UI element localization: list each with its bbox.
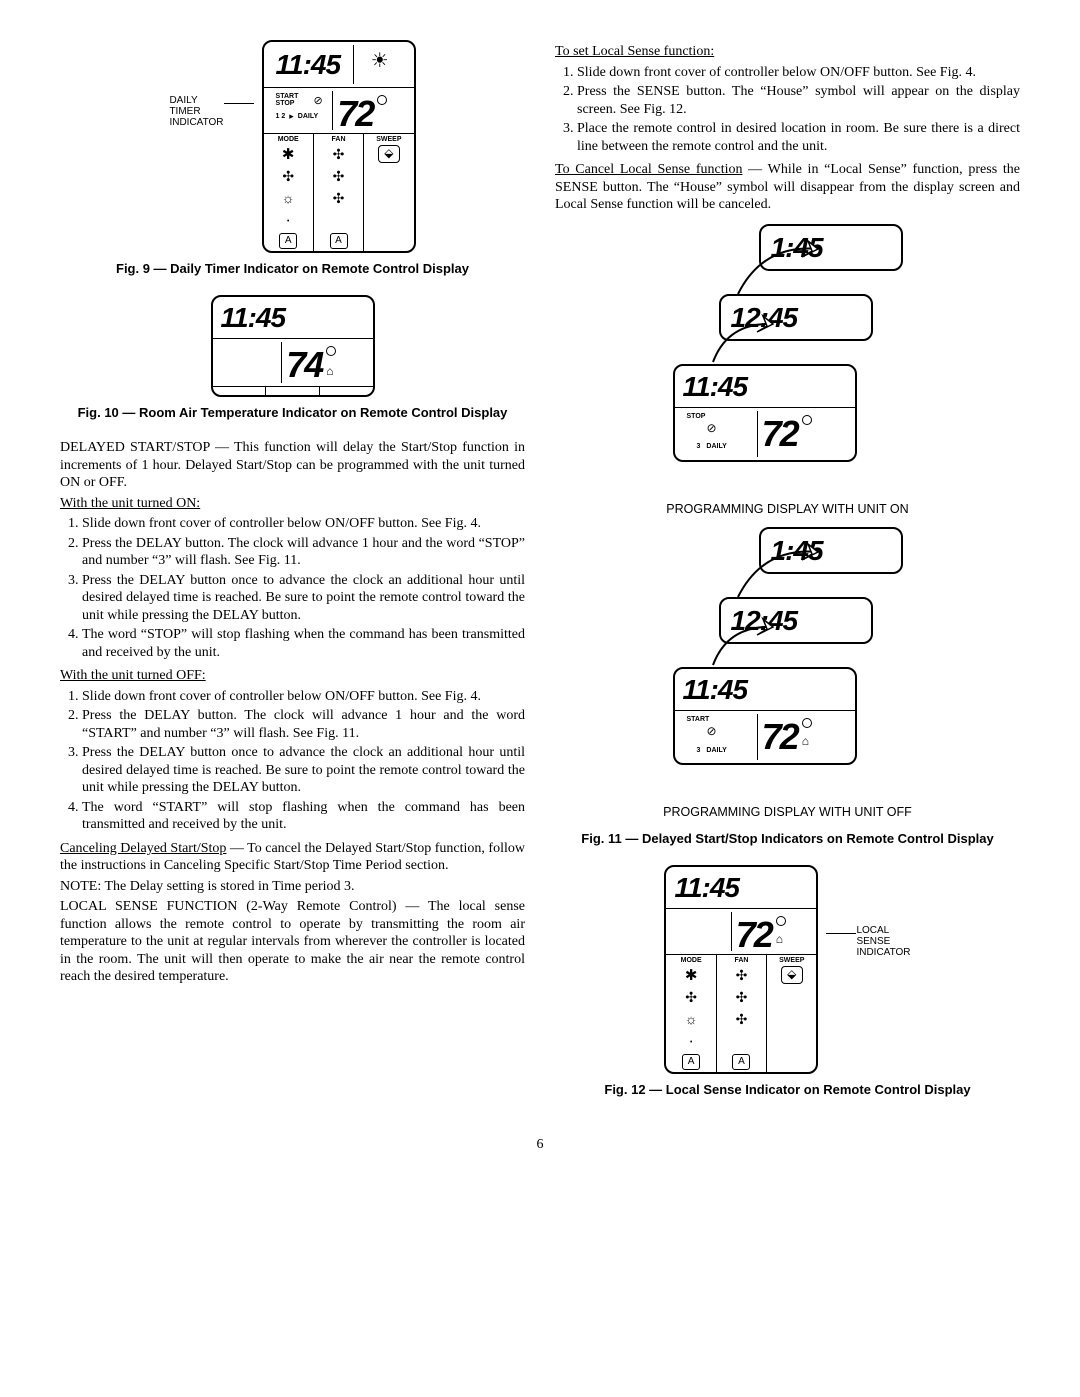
fig11a-daily: DAILY: [706, 443, 726, 450]
body-para: LOCAL SENSE FUNCTION (2-Way Remote Contr…: [60, 898, 525, 986]
figure-11-top: 1:45 12:45 11:45 STOP ⊘ 3 DAILY 72: [673, 224, 903, 484]
list-item: Slide down front cover of controller bel…: [82, 515, 525, 533]
list-item: The word “START” will stop flashing when…: [82, 799, 525, 834]
fig10-caption: Fig. 10 — Room Air Temperature Indicator…: [60, 405, 525, 421]
fig11-subcaption-off: PROGRAMMING DISPLAY WITH UNIT OFF: [555, 805, 1020, 821]
sweep-icon: ⬙: [378, 145, 400, 163]
body-para: Canceling Delayed Start/Stop — To cancel…: [60, 840, 525, 875]
list-on: Slide down front cover of controller bel…: [82, 515, 525, 661]
fig11b-time: 11:45: [683, 674, 748, 705]
fig9-daily-label: DAILY: [298, 113, 318, 120]
fig12-caption: Fig. 12 — Local Sense Indicator on Remot…: [555, 1082, 1020, 1098]
list-item: Press the DELAY button. The clock will a…: [82, 707, 525, 742]
fig9-caption: Fig. 9 — Daily Timer Indicator on Remote…: [60, 261, 525, 277]
house-icon: ⌂: [802, 734, 812, 749]
list-item: The word “STOP” will stop flashing when …: [82, 626, 525, 661]
list-item: Place the remote control in desired loca…: [577, 120, 1020, 155]
fig12-sweep-header: SWEEP: [779, 957, 804, 966]
heading-set-local-sense: To set Local Sense function:: [555, 43, 1020, 61]
heading-on: With the unit turned ON:: [60, 495, 525, 513]
snowflake-icon: ✱: [677, 966, 705, 988]
arrow-icon: [733, 537, 833, 607]
sun-icon: ☼: [677, 1010, 705, 1032]
auto-a-icon: A: [330, 233, 348, 249]
drop-icon: ᛫: [274, 211, 302, 233]
figure-9: DAILY TIMER INDICATOR 11:45 ☀ START STOP: [60, 40, 525, 253]
sweep-icon: ⬙: [781, 966, 803, 984]
clock-icon: ⊘: [314, 95, 323, 107]
arrow-icon: [733, 234, 833, 304]
fig9-mode-header: MODE: [278, 136, 299, 145]
arrow-icon: [708, 312, 788, 372]
clock-icon: ⊘: [707, 724, 717, 738]
snowflake-icon: ✱: [274, 145, 302, 167]
house-icon: ⌂: [776, 932, 786, 947]
fig9-fan-header: FAN: [332, 136, 346, 145]
sun-icon: ☼: [274, 189, 302, 211]
list-item: Press the DELAY button once to advance t…: [82, 572, 525, 625]
degree-icon: [776, 916, 786, 926]
fig11a-num: 3: [697, 443, 701, 450]
house-icon: ⌂: [326, 364, 336, 379]
list-set-local-sense: Slide down front cover of controller bel…: [577, 64, 1020, 156]
list-item: Slide down front cover of controller bel…: [82, 688, 525, 706]
fig11b-start-label: START: [687, 716, 753, 723]
fig9-temp: 72: [337, 91, 373, 136]
fig11b-temp: 72: [762, 714, 798, 759]
fig11b-num: 3: [697, 747, 701, 754]
fig9-time: 11:45: [276, 49, 341, 80]
clock-icon: ⊘: [707, 421, 717, 435]
page-number: 6: [60, 1136, 1020, 1154]
fig10-time: 11:45: [221, 302, 286, 333]
degree-icon: [326, 346, 336, 356]
body-para: To Cancel Local Sense function — While i…: [555, 161, 1020, 214]
drop-icon: ᛫: [677, 1032, 705, 1054]
figure-12: 11:45 72 ⌂ MODE ✱ ✣: [555, 865, 1020, 1074]
auto-a-icon: A: [279, 233, 297, 249]
fig11b-daily: DAILY: [706, 747, 726, 754]
figure-11-bottom: 1:45 12:45 11:45 START ⊘ 3 DAILY 72: [673, 527, 903, 787]
fig11a-temp: 72: [762, 411, 798, 456]
fig9-sweep-header: SWEEP: [376, 136, 401, 145]
figure-10: 11:45 74 ⌂: [60, 295, 525, 397]
auto-a-icon: A: [732, 1054, 750, 1070]
arrow-icon: [708, 615, 788, 675]
fan-icon: ✣: [325, 145, 353, 167]
list-off: Slide down front cover of controller bel…: [82, 688, 525, 834]
body-para: NOTE: The Delay setting is stored in Tim…: [60, 878, 525, 896]
fan-icon: ✣: [727, 988, 755, 1010]
degree-icon: [802, 718, 812, 728]
fig12-mode-header: MODE: [681, 957, 702, 966]
fan-icon: ✣: [274, 167, 302, 189]
list-item: Press the DELAY button. The clock will a…: [82, 535, 525, 570]
fig11-subcaption-on: PROGRAMMING DISPLAY WITH UNIT ON: [555, 502, 1020, 518]
fig12-fan-header: FAN: [734, 957, 748, 966]
signal-icon: ☀: [371, 50, 389, 72]
fig12-temp: 72: [736, 912, 772, 957]
fig9-label-left: DAILY TIMER INDICATOR: [169, 95, 223, 128]
degree-icon: [377, 95, 387, 105]
fig12-label-right: LOCAL SENSE INDICATOR: [856, 925, 910, 958]
fan-icon: ✣: [677, 988, 705, 1010]
list-item: Press the DELAY button once to advance t…: [82, 744, 525, 797]
degree-icon: [802, 415, 812, 425]
list-item: Slide down front cover of controller bel…: [577, 64, 1020, 82]
fan-icon: ✣: [727, 1010, 755, 1032]
fan-icon: ✣: [325, 167, 353, 189]
fig11a-stop-label: STOP: [687, 413, 753, 420]
heading-off: With the unit turned OFF:: [60, 667, 525, 685]
fig10-temp: 74: [286, 342, 322, 387]
fig11-caption: Fig. 11 — Delayed Start/Stop Indicators …: [555, 831, 1020, 847]
auto-a-icon: A: [682, 1054, 700, 1070]
fig11a-time: 11:45: [683, 371, 748, 402]
fig9-nums: 1 2: [276, 113, 286, 120]
fan-icon: ✣: [325, 189, 353, 211]
body-para: DELAYED START/STOP — This function will …: [60, 439, 525, 492]
fig12-time: 11:45: [674, 872, 739, 903]
list-item: Press the SENSE button. The “House” symb…: [577, 83, 1020, 118]
fan-icon: ✣: [727, 966, 755, 988]
